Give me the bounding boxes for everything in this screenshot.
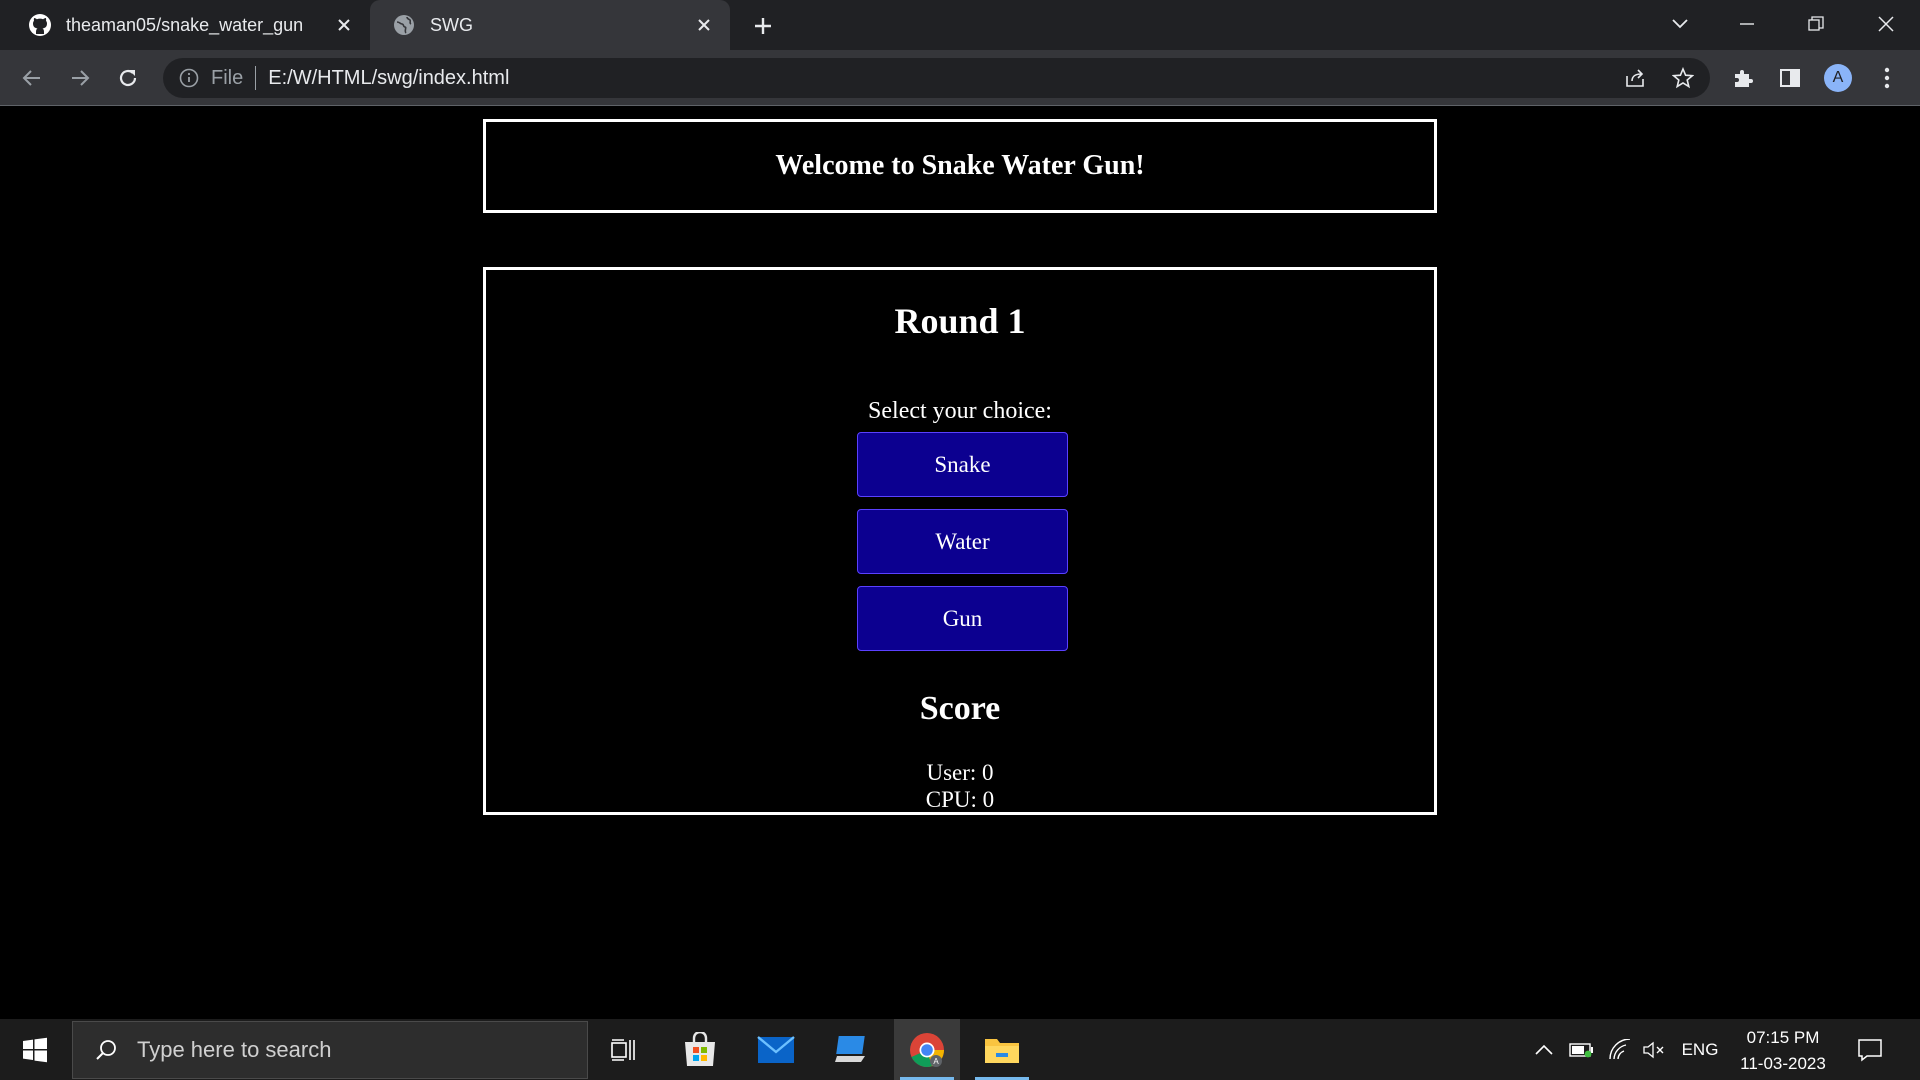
info-icon[interactable] (177, 66, 201, 90)
avatar[interactable]: A (1824, 64, 1852, 92)
user-score: User: 0 (926, 760, 994, 785)
water-button[interactable]: Water (857, 509, 1068, 574)
mail-icon[interactable] (743, 1019, 809, 1080)
browser-toolbar: File E:/W/HTML/swg/index.html A (0, 50, 1920, 106)
restore-button[interactable] (1796, 6, 1836, 42)
gun-button[interactable]: Gun (857, 586, 1068, 651)
microsoft-store-icon[interactable] (667, 1019, 733, 1080)
address-bar[interactable]: File E:/W/HTML/swg/index.html (163, 58, 1710, 98)
new-tab-button[interactable] (748, 11, 778, 41)
tab-swg[interactable]: SWG (370, 0, 730, 50)
game-panel: Round 1 Select your choice: Snake Water … (483, 267, 1437, 815)
plus-icon (755, 18, 771, 34)
close-icon[interactable] (692, 13, 716, 37)
chrome-icon[interactable]: A (894, 1019, 960, 1080)
wifi-icon[interactable] (1606, 1019, 1634, 1080)
reload-icon (119, 69, 137, 87)
restore-icon (1808, 16, 1824, 31)
start-button[interactable] (0, 1019, 70, 1080)
share-icon[interactable] (1623, 66, 1647, 90)
page-content: Welcome to Snake Water Gun! Round 1 Sele… (0, 107, 1920, 1019)
divider (255, 66, 257, 90)
round-title: Round 1 (894, 301, 1026, 341)
side-panel-icon (1780, 69, 1800, 87)
search-icon (91, 1035, 121, 1065)
forward-button[interactable] (64, 62, 96, 94)
arrow-left-icon (22, 70, 40, 86)
puzzle-icon (1735, 70, 1753, 87)
clock[interactable]: 07:15 PM 11-03-2023 (1728, 1025, 1838, 1077)
tab-title: theaman05/snake_water_gun (66, 14, 304, 35)
tab-strip: theaman05/snake_water_gun SWG (0, 0, 1920, 50)
extensions-button[interactable] (1727, 62, 1759, 94)
speaker-muted-icon[interactable] (1640, 1019, 1668, 1080)
close-icon[interactable] (332, 13, 356, 37)
star-icon[interactable] (1671, 66, 1695, 90)
minimize-button[interactable] (1727, 6, 1767, 42)
close-window-button[interactable] (1866, 6, 1906, 42)
back-button[interactable] (16, 62, 48, 94)
windows-icon (23, 1037, 47, 1062)
globe-icon (392, 13, 416, 37)
close-icon (1878, 16, 1894, 32)
remote-desktop-icon[interactable] (818, 1019, 884, 1080)
page-title: Welcome to Snake Water Gun! (775, 150, 1145, 181)
task-view-icon[interactable] (590, 1019, 656, 1080)
kebab-menu-icon (1884, 67, 1890, 89)
tab-github[interactable]: theaman05/snake_water_gun (0, 0, 370, 50)
language-indicator[interactable]: ENG (1680, 1019, 1720, 1080)
minimize-icon (1740, 23, 1754, 25)
select-choice-label: Select your choice: (868, 398, 1052, 424)
site-scheme-label: File (211, 66, 244, 89)
cpu-score: CPU: 0 (925, 787, 995, 812)
arrow-right-icon (72, 70, 90, 86)
file-explorer-icon[interactable] (969, 1019, 1035, 1080)
clock-time: 07:15 PM (1746, 1028, 1820, 1047)
chevron-up-icon[interactable] (1532, 1019, 1556, 1080)
clock-date: 11-03-2023 (1740, 1054, 1826, 1073)
taskbar-search[interactable]: Type here to search (72, 1021, 588, 1079)
chevron-down-icon (1672, 19, 1688, 29)
tab-search-button[interactable] (1660, 6, 1700, 42)
tab-title: SWG (430, 14, 473, 35)
search-placeholder: Type here to search (137, 1037, 332, 1062)
side-panel-button[interactable] (1774, 62, 1806, 94)
score-title: Score (919, 690, 1001, 727)
snake-button[interactable]: Snake (857, 432, 1068, 497)
url-text[interactable]: E:/W/HTML/swg/index.html (268, 67, 509, 90)
notification-icon[interactable] (1855, 1035, 1885, 1065)
svg-text:A: A (933, 1057, 939, 1066)
welcome-header: Welcome to Snake Water Gun! (483, 119, 1437, 213)
taskbar: Type here to search A ENG 07:15 PM 11-03… (0, 1019, 1920, 1080)
menu-button[interactable] (1871, 62, 1903, 94)
reload-button[interactable] (112, 62, 144, 94)
github-icon (28, 13, 52, 37)
battery-icon[interactable] (1568, 1019, 1596, 1080)
